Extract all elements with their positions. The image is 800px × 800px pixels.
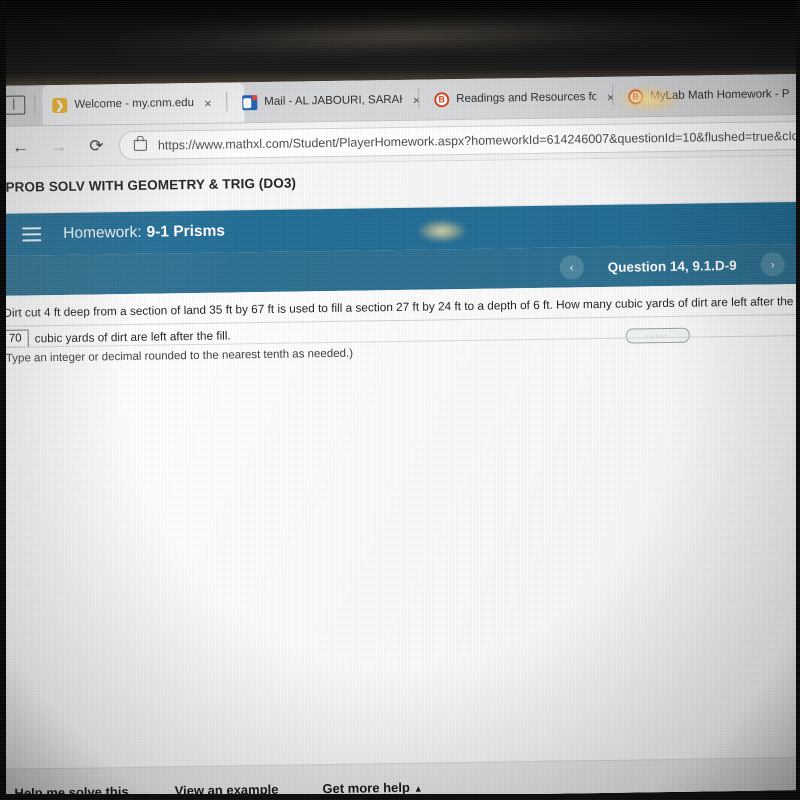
tab-actions-icon[interactable] bbox=[4, 95, 26, 115]
laptop-bezel-right bbox=[796, 0, 800, 800]
address-input[interactable]: https://www.mathxl.com/Student/PlayerHom… bbox=[118, 120, 800, 161]
caret-up-icon: ▲ bbox=[413, 783, 423, 794]
screen-content: ❯ Welcome - my.cnm.edu × Mail - AL JABOU… bbox=[0, 73, 800, 800]
answer-suffix-text: cubic yards of dirt are left after the f… bbox=[34, 328, 231, 346]
browser-tab-2-label: Readings and Resources for bbox=[456, 91, 597, 106]
homework-name: 9-1 Prisms bbox=[146, 222, 226, 241]
address-url-text: https://www.mathxl.com/Student/PlayerHom… bbox=[157, 128, 799, 153]
browser-tab-3[interactable]: B MyLab Math Homework - P × bbox=[620, 74, 800, 117]
back-icon[interactable]: ← bbox=[9, 135, 32, 158]
outlook-icon bbox=[242, 94, 258, 110]
browser-tab-3-label: MyLab Math Homework - P bbox=[650, 88, 790, 103]
browser-tab-0-close-icon[interactable]: × bbox=[204, 95, 212, 110]
hamburger-menu-icon[interactable] bbox=[22, 227, 42, 242]
question-body: Dirt cut 4 ft deep from a section of lan… bbox=[0, 283, 800, 800]
browser-tab-2[interactable]: B Readings and Resources for × bbox=[426, 77, 623, 120]
previous-question-button[interactable]: ‹ bbox=[559, 255, 584, 280]
forward-icon[interactable]: → bbox=[47, 135, 70, 158]
laptop-bezel-left bbox=[0, 0, 6, 800]
browser-tab-1[interactable]: Mail - AL JABOURI, SARAH × bbox=[234, 80, 429, 123]
overflow-indicator[interactable]: ····· bbox=[625, 327, 690, 344]
answer-hint: (Type an integer or decimal rounded to t… bbox=[1, 347, 354, 365]
next-question-button[interactable]: › bbox=[760, 252, 785, 277]
question-title: Question 14, 9.1.D-9 bbox=[607, 257, 737, 275]
lock-icon bbox=[133, 139, 147, 151]
laptop-bezel-bottom bbox=[0, 794, 800, 800]
course-title: PROB SOLV WITH GEOMETRY & TRIG (DO3) bbox=[5, 175, 297, 195]
blackboard-icon: B bbox=[434, 91, 450, 107]
browser-tab-0-label: Welcome - my.cnm.edu bbox=[74, 96, 195, 111]
browser-tab-0[interactable]: ❯ Welcome - my.cnm.edu × bbox=[41, 82, 245, 126]
edge-icon: ❯ bbox=[52, 97, 68, 113]
blackboard-icon: B bbox=[628, 88, 644, 105]
browser-tab-1-label: Mail - AL JABOURI, SARAH bbox=[264, 93, 403, 108]
photo-of-laptop-screen: ❯ Welcome - my.cnm.edu × Mail - AL JABOU… bbox=[0, 0, 800, 800]
tab-divider bbox=[34, 94, 36, 115]
homework-label-group: Homework: 9-1 Prisms bbox=[63, 223, 225, 243]
reload-icon[interactable]: ⟳ bbox=[85, 134, 108, 157]
homework-label: Homework: bbox=[63, 223, 142, 242]
